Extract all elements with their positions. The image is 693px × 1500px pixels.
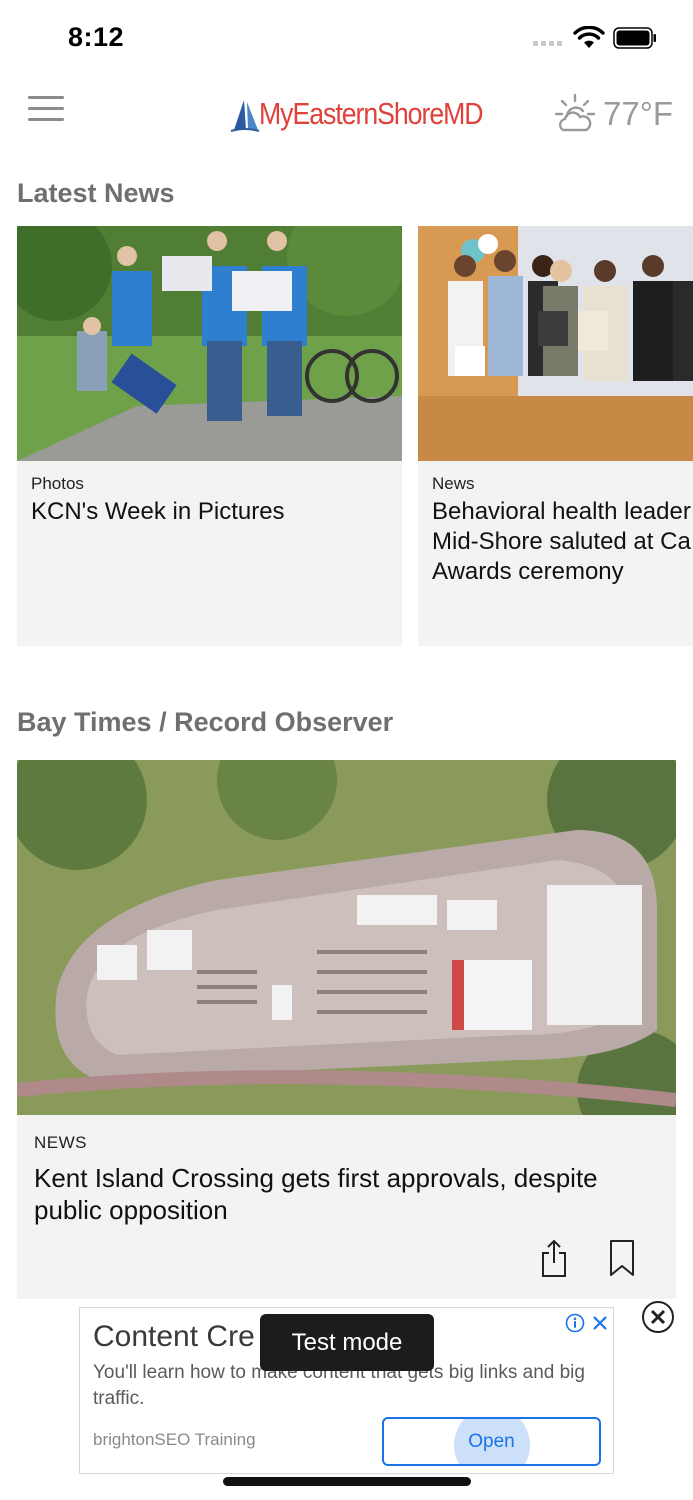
hamburger-menu-icon[interactable] [28,96,64,124]
share-icon[interactable] [539,1238,569,1278]
ad-advertiser: brightonSEO Training [93,1430,256,1449]
featured-news-card[interactable]: NEWS Kent Island Crossing gets first app… [17,760,676,1299]
ad-info-icon[interactable] [565,1313,585,1333]
site-logo[interactable]: MyEasternShoreMD [230,92,519,136]
status-bar: 8:12 [0,0,693,76]
close-ad-icon[interactable] [641,1300,675,1334]
logo-text: MyEasternShoreMD [259,96,484,131]
latest-news-heading: Latest News [17,178,175,208]
news-card[interactable]: Photos KCN's Week in Pictures [17,226,402,646]
sailboat-logo-icon [230,100,260,132]
march-photo [17,226,402,461]
card-category: Photos [31,474,84,493]
card-title: KCN's Week in Pictures [31,498,285,525]
bookmark-icon[interactable] [607,1238,637,1278]
card-title: Kent Island Crossing gets first approval… [34,1163,598,1225]
app-header: MyEasternShoreMD 77°F [0,76,693,156]
card-category: News [432,474,475,493]
partly-sunny-icon [554,93,596,132]
battery-icon [613,27,656,49]
card-title: Behavioral health leader Mid-Shore salut… [432,498,691,585]
ad-dismiss-icon[interactable] [591,1313,609,1333]
home-indicator[interactable] [223,1477,471,1486]
site-plan-image [17,760,676,1115]
bay-times-heading: Bay Times / Record Observer [17,707,394,737]
weather-widget[interactable]: 77°F [553,92,673,136]
status-time: 8:12 [68,22,125,52]
awards-photo [418,226,693,461]
test-mode-toast: Test mode [260,1314,434,1371]
wifi-icon [573,26,605,48]
card-category: NEWS [34,1133,87,1152]
weather-temperature: 77°F [603,95,674,132]
cellular-signal-icon [533,41,562,46]
news-card[interactable]: News Behavioral health leader Mid-Shore … [418,226,693,646]
ad-open-button[interactable]: Open [382,1417,601,1466]
